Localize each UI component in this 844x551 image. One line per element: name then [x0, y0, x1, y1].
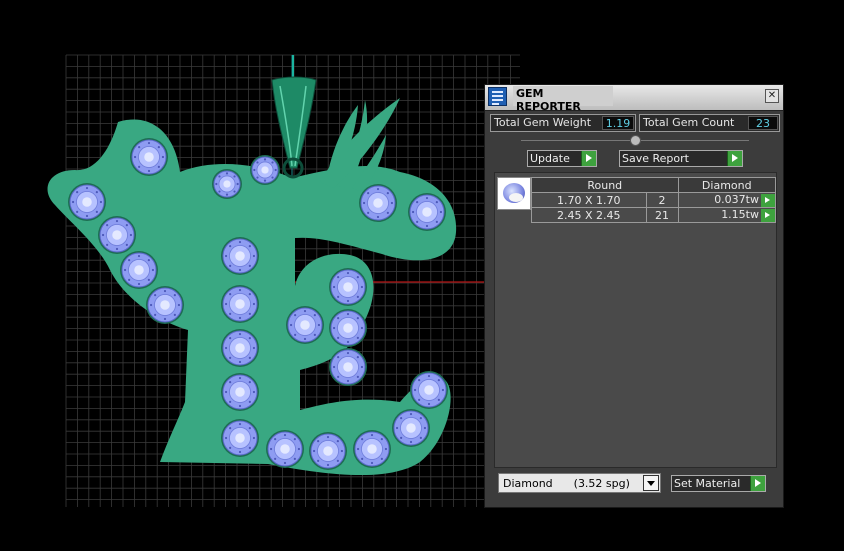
total-gem-count-value: 23 — [748, 116, 778, 130]
play-icon — [727, 151, 742, 166]
set-material-button[interactable]: Set Material — [671, 475, 766, 492]
save-report-button-label: Save Report — [622, 152, 689, 165]
close-icon[interactable]: ✕ — [765, 89, 779, 103]
gem-stone[interactable] — [410, 371, 448, 409]
gem-stone[interactable] — [309, 432, 347, 470]
gem-stone[interactable] — [221, 237, 259, 275]
row-play-icon[interactable] — [761, 208, 775, 222]
gem-list-area: Round Diamond 1.70 X 1.70 2 0.037tw 2.45… — [494, 172, 777, 468]
table-row[interactable]: 2.45 X 2.45 21 1.15tw — [531, 207, 777, 223]
gem-stone[interactable] — [221, 285, 259, 323]
gem-stone[interactable] — [130, 138, 168, 176]
gem-count: 21 — [645, 207, 679, 223]
play-icon — [750, 476, 765, 491]
total-gem-weight-value: 1.19 — [602, 116, 634, 130]
material-header: Diamond — [677, 177, 777, 193]
gem-stone[interactable] — [286, 306, 324, 344]
gem-size: 2.45 X 2.45 — [531, 207, 647, 223]
chevron-down-icon[interactable] — [643, 475, 659, 491]
play-icon — [581, 151, 596, 166]
save-report-button[interactable]: Save Report — [619, 150, 743, 167]
material-select[interactable]: Diamond (3.52 spg) — [498, 473, 661, 493]
gem-stone[interactable] — [359, 184, 397, 222]
pendant-model[interactable] — [47, 55, 457, 476]
total-gem-count: Total Gem Count 23 — [639, 114, 780, 132]
material-select-value: Diamond (3.52 spg) — [503, 477, 630, 490]
shape-header: Round — [531, 177, 679, 193]
gem-reporter-panel: GEM REPORTER ✕ Total Gem Weight 1.19 Tot… — [484, 84, 784, 508]
bail — [271, 76, 317, 169]
gem-count: 2 — [645, 192, 679, 208]
gem-stone[interactable] — [120, 251, 158, 289]
set-material-button-label: Set Material — [674, 477, 741, 490]
gem-stone[interactable] — [329, 348, 367, 386]
gem-stone[interactable] — [221, 329, 259, 367]
gem-stone[interactable] — [221, 419, 259, 457]
slider-knob[interactable] — [630, 135, 641, 146]
gem-table: Round Diamond 1.70 X 1.70 2 0.037tw 2.45… — [531, 177, 777, 223]
panel-titlebar[interactable]: GEM REPORTER ✕ — [485, 85, 783, 113]
row-play-icon[interactable] — [761, 193, 775, 207]
gem-stone[interactable] — [221, 373, 259, 411]
gem-stone[interactable] — [266, 430, 304, 468]
report-icon — [488, 87, 507, 106]
gem-stone[interactable] — [250, 155, 280, 185]
total-gem-weight-label: Total Gem Weight — [494, 116, 592, 129]
gem-weight: 0.037tw — [714, 193, 759, 207]
gem-weight: 1.15tw — [721, 208, 759, 222]
total-gem-count-label: Total Gem Count — [643, 116, 735, 129]
gem-size: 1.70 X 1.70 — [531, 192, 647, 208]
gem-stone[interactable] — [68, 183, 106, 221]
gem-stone[interactable] — [98, 216, 136, 254]
update-button[interactable]: Update — [527, 150, 597, 167]
gem-stone[interactable] — [212, 169, 242, 199]
gem-stone[interactable] — [353, 430, 391, 468]
gem-stone[interactable] — [329, 309, 367, 347]
panel-title: GEM REPORTER — [513, 86, 613, 113]
table-row[interactable]: 1.70 X 1.70 2 0.037tw — [531, 192, 777, 208]
gem-stone[interactable] — [392, 409, 430, 447]
gem-stone[interactable] — [146, 286, 184, 324]
gem-stone[interactable] — [408, 193, 446, 231]
round-gem-icon[interactable] — [497, 177, 531, 210]
gem-stone[interactable] — [329, 268, 367, 306]
total-gem-weight: Total Gem Weight 1.19 — [490, 114, 636, 132]
update-button-label: Update — [530, 152, 570, 165]
